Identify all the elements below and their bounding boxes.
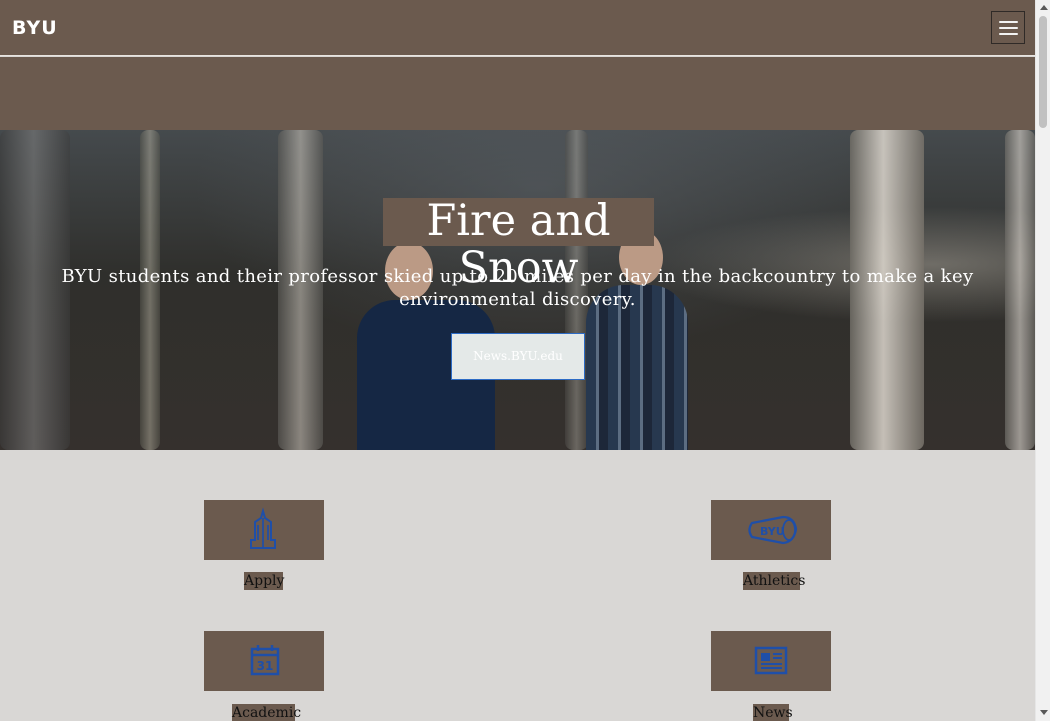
scroll-up-arrow-icon[interactable] [1040, 5, 1048, 10]
news-link-button[interactable]: News.BYU.edu [451, 333, 585, 380]
hamburger-menu-button[interactable] [991, 11, 1025, 44]
academic-label[interactable]: Academic [232, 704, 301, 721]
news-tile-button[interactable] [711, 631, 831, 691]
apply-tile-button[interactable] [204, 500, 324, 560]
hero-title: Fire and Snow [383, 198, 654, 292]
byu-logo[interactable]: BYU [12, 17, 58, 39]
graduate-icon [250, 507, 276, 549]
news-label[interactable]: News [753, 704, 793, 721]
scroll-down-arrow-icon[interactable] [1040, 710, 1048, 715]
top-navigation-bar: BYU [0, 0, 1035, 56]
menu-line-2 [999, 27, 1018, 29]
academic-calendar-tile-button[interactable]: 31 [204, 631, 324, 691]
scrollbar-thumb[interactable] [1039, 16, 1047, 128]
byu-megaphone-icon: BYU [748, 515, 798, 545]
hero-description: BYU students and their professor skied u… [61, 266, 974, 310]
homepage: BYU Fire and Snow BYU students and their… [0, 0, 1035, 721]
menu-line-1 [999, 21, 1018, 23]
hero-tree [1005, 130, 1035, 450]
vertical-scrollbar[interactable] [1035, 0, 1050, 721]
hero-banner: Fire and Snow BYU students and their pro… [0, 130, 1035, 450]
athletics-tile-button[interactable]: BYU [711, 500, 831, 560]
apply-label[interactable]: Apply [244, 572, 284, 590]
newspaper-icon [754, 646, 788, 675]
calendar-icon: 31 [250, 645, 280, 676]
header-band [0, 57, 1035, 130]
calendar-day-number: 31 [257, 659, 274, 673]
svg-text:BYU: BYU [760, 525, 785, 538]
menu-line-3 [999, 33, 1018, 35]
athletics-label[interactable]: Athletics [743, 572, 805, 590]
